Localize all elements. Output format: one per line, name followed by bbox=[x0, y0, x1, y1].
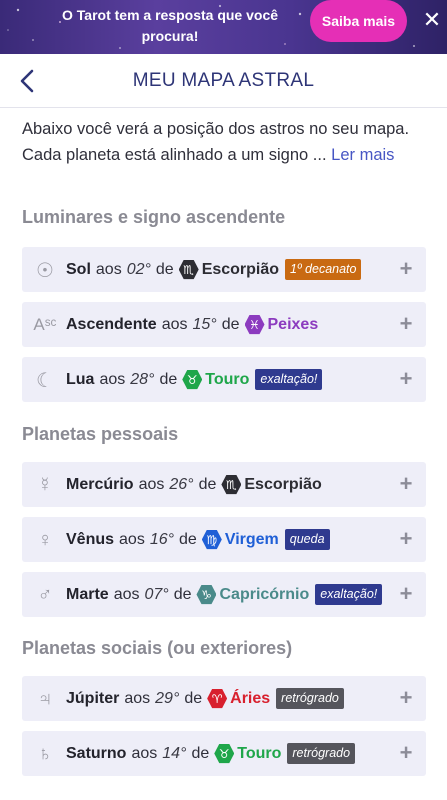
venus-icon: ♀ bbox=[37, 528, 53, 551]
aos-text: aos bbox=[95, 260, 122, 278]
section-title-sociais: Planetas sociais (ou exteriores) bbox=[22, 638, 293, 658]
planet-name: Vênus bbox=[66, 530, 115, 548]
scorpio-icon: ♏ bbox=[178, 259, 199, 280]
sign-name: Touro bbox=[237, 744, 282, 762]
sign-name: Touro bbox=[205, 370, 250, 388]
degree-value: 26° bbox=[169, 475, 194, 493]
expand-icon[interactable]: + bbox=[396, 583, 416, 605]
planet-name: Mercúrio bbox=[66, 475, 134, 493]
status-badge: exaltação! bbox=[315, 584, 383, 605]
planet-row-mercurio[interactable]: ☿ Mercúrio aos 26° de ♏ Escorpião + bbox=[22, 462, 426, 507]
chevron-left-icon bbox=[20, 69, 34, 93]
aries-icon: ♈ bbox=[207, 688, 228, 709]
planet-row-lua[interactable]: ☾ Lua aos 28° de ♉ Touro exaltação! + bbox=[22, 357, 426, 402]
read-more-link[interactable]: Ler mais bbox=[331, 146, 394, 164]
expand-icon[interactable]: + bbox=[396, 473, 416, 495]
aos-text: aos bbox=[124, 689, 151, 707]
planet-line: Lua aos 28° de ♉ Touro exaltação! bbox=[66, 357, 323, 402]
de-text: de bbox=[184, 689, 203, 707]
section-title-luminares: Luminares e signo ascendente bbox=[22, 207, 286, 227]
expand-icon[interactable]: + bbox=[396, 313, 416, 335]
planet-line: Saturno aos 14° de ♉ Touro retrógrado bbox=[66, 731, 356, 776]
planet-line: Júpiter aos 29° de ♈ Áries retrógrado bbox=[66, 676, 344, 721]
planet-row-saturno[interactable]: ♄ Saturno aos 14° de ♉ Touro retrógrado … bbox=[22, 731, 426, 776]
status-badge: retrógrado bbox=[287, 743, 356, 764]
sun-icon: ☉ bbox=[36, 259, 54, 282]
degree-value: 15° bbox=[192, 315, 217, 333]
planet-line: Ascendente aos 15° de ♓ Peixes bbox=[66, 302, 318, 347]
intro-paragraph: Abaixo você verá a posição dos astros no… bbox=[22, 116, 427, 168]
status-badge: exaltação! bbox=[255, 369, 323, 390]
aos-text: aos bbox=[138, 475, 165, 493]
page-title: MEU MAPA ASTRAL bbox=[132, 70, 315, 91]
de-text: de bbox=[221, 315, 240, 333]
planet-line: Vênus aos 16° de ♍ Virgem queda bbox=[66, 517, 330, 562]
jupiter-icon: ♃ bbox=[37, 687, 53, 710]
virgo-icon: ♍ bbox=[201, 529, 222, 550]
planet-row-ascendente[interactable]: Aˢᶜ Ascendente aos 15° de ♓ Peixes + bbox=[22, 302, 426, 347]
taurus-icon: ♉ bbox=[182, 369, 203, 390]
back-button[interactable] bbox=[14, 66, 42, 96]
planet-line: Sol aos 02° de ♏ Escorpião 1º decanato bbox=[66, 247, 362, 292]
degree-value: 28° bbox=[130, 370, 155, 388]
planet-name: Marte bbox=[66, 585, 109, 603]
expand-icon[interactable]: + bbox=[396, 528, 416, 550]
section-title-pessoais: Planetas pessoais bbox=[22, 424, 179, 444]
aos-text: aos bbox=[119, 530, 145, 548]
close-icon[interactable]: ✕ bbox=[420, 8, 444, 32]
planet-name: Lua bbox=[66, 370, 95, 388]
planet-row-jupiter[interactable]: ♃ Júpiter aos 29° de ♈ Áries retrógrado … bbox=[22, 676, 426, 721]
degree-value: 07° bbox=[144, 585, 169, 603]
banner-text: O Tarot tem a resposta que você procura! bbox=[61, 7, 279, 44]
planet-line: Mercúrio aos 26° de ♏ Escorpião bbox=[66, 462, 322, 507]
saturn-icon: ♄ bbox=[37, 742, 53, 765]
de-text: de bbox=[155, 260, 174, 278]
de-text: de bbox=[198, 475, 217, 493]
degree-value: 16° bbox=[149, 530, 175, 548]
aos-text: aos bbox=[161, 315, 188, 333]
ascendant-icon: Aˢᶜ bbox=[33, 315, 57, 334]
app-header: MEU MAPA ASTRAL bbox=[0, 54, 447, 108]
sign-name: Áries bbox=[230, 689, 271, 707]
planet-row-sol[interactable]: ☉ Sol aos 02° de ♏ Escorpião 1º decanato… bbox=[22, 247, 426, 292]
planet-name: Saturno bbox=[66, 744, 127, 762]
moon-icon: ☾ bbox=[36, 369, 54, 392]
de-text: de bbox=[173, 585, 192, 603]
sign-name: Virgem bbox=[224, 530, 279, 548]
promo-banner[interactable]: O Tarot tem a resposta que você procura!… bbox=[0, 0, 447, 54]
de-text: de bbox=[159, 370, 178, 388]
sign-name: Escorpião bbox=[244, 475, 322, 493]
planet-name: Sol bbox=[66, 260, 91, 278]
expand-icon[interactable]: + bbox=[396, 258, 416, 280]
mars-icon: ♂ bbox=[37, 583, 53, 606]
saiba-mais-button[interactable]: Saiba mais bbox=[310, 0, 407, 42]
mercury-icon: ☿ bbox=[37, 473, 53, 496]
degree-value: 14° bbox=[162, 744, 187, 762]
de-text: de bbox=[179, 530, 197, 548]
aos-text: aos bbox=[113, 585, 140, 603]
sign-name: Capricórnio bbox=[219, 585, 310, 603]
aos-text: aos bbox=[131, 744, 158, 762]
status-badge: 1º decanato bbox=[285, 259, 362, 280]
pisces-icon: ♓ bbox=[244, 314, 265, 335]
expand-icon[interactable]: + bbox=[396, 368, 416, 390]
planet-line: Marte aos 07° de ♑ Capricórnio exaltação… bbox=[66, 572, 383, 617]
status-badge: retrógrado bbox=[276, 688, 344, 709]
de-text: de bbox=[191, 744, 210, 762]
planet-row-venus[interactable]: ♀ Vênus aos 16° de ♍ Virgem queda + bbox=[22, 517, 426, 562]
planet-name: Ascendente bbox=[66, 315, 157, 333]
planet-row-marte[interactable]: ♂ Marte aos 07° de ♑ Capricórnio exaltaç… bbox=[22, 572, 426, 617]
sign-name: Peixes bbox=[267, 315, 319, 333]
degree-value: 29° bbox=[155, 689, 180, 707]
planet-name: Júpiter bbox=[66, 689, 120, 707]
degree-value: 02° bbox=[126, 260, 151, 278]
aos-text: aos bbox=[99, 370, 126, 388]
expand-icon[interactable]: + bbox=[396, 742, 416, 764]
scorpio-icon: ♏ bbox=[221, 474, 242, 495]
capricorn-icon: ♑ bbox=[196, 584, 217, 605]
taurus-icon: ♉ bbox=[214, 743, 235, 764]
status-badge: queda bbox=[284, 529, 330, 550]
expand-icon[interactable]: + bbox=[396, 687, 416, 709]
sign-name: Escorpião bbox=[201, 260, 280, 278]
